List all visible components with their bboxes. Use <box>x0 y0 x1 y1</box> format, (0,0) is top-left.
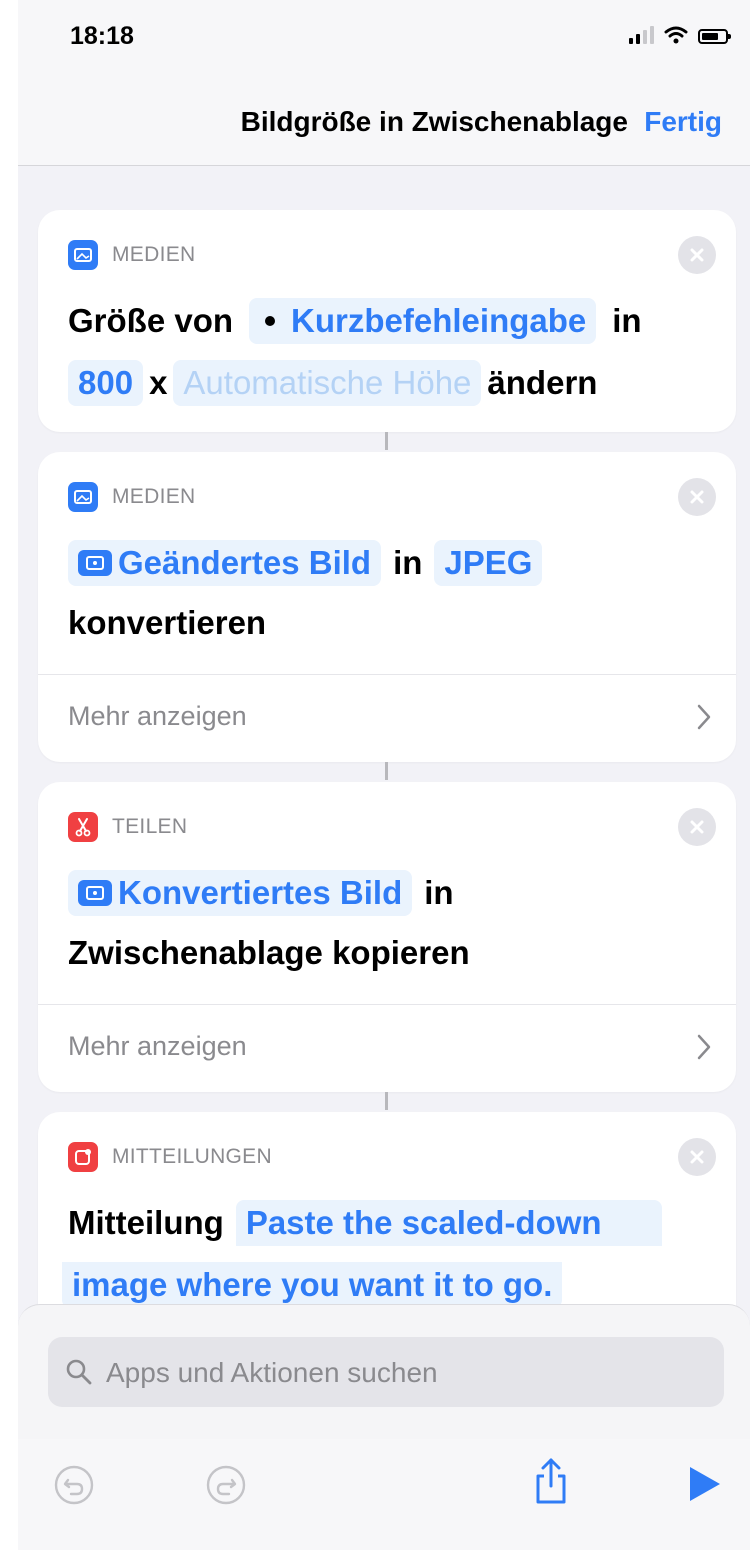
status-icons <box>629 26 731 44</box>
action-text: konvertieren <box>68 604 267 641</box>
shortcut-title[interactable]: Bildgröße in Zwischenablage <box>241 106 628 138</box>
action-category: TEILEN <box>68 812 187 842</box>
action-parameters-line: konvertieren <box>68 604 266 642</box>
search-placeholder: Apps und Aktionen suchen <box>106 1357 438 1388</box>
navigation-bar: Bildgröße in Zwischenablage Fertig <box>18 80 750 166</box>
action-category-label: MITTEILUNGEN <box>112 1145 272 1168</box>
resized-image-variable[interactable]: Geändertes Bild <box>68 540 382 586</box>
notification-icon <box>68 1142 98 1172</box>
wifi-icon <box>664 26 688 44</box>
redo-icon <box>206 1465 246 1505</box>
action-text: in <box>393 544 423 581</box>
notification-body-parameter-continued[interactable]: image where you want it to go. <box>62 1262 563 1308</box>
scissors-icon <box>68 812 98 842</box>
undo-button[interactable] <box>52 1463 96 1507</box>
action-category: MEDIEN <box>68 240 195 270</box>
notification-body-parameter[interactable]: Paste the scaled-down <box>235 1200 662 1246</box>
search-icon <box>66 1359 92 1385</box>
status-bar: 18:18 <box>18 0 750 80</box>
width-parameter[interactable]: 800 <box>68 360 144 406</box>
show-more-row[interactable]: Mehr anzeigen <box>38 1004 736 1091</box>
format-parameter[interactable]: JPEG <box>434 540 543 586</box>
action-text: in <box>424 874 454 911</box>
action-connector <box>385 1092 388 1110</box>
remove-action-button[interactable] <box>678 236 716 274</box>
action-text: x <box>149 364 168 401</box>
action-category: MITTEILUNGEN <box>68 1142 272 1172</box>
action-category: MEDIEN <box>68 482 195 512</box>
action-parameters-line: 800 x Automatische Höhe ändern <box>68 360 597 406</box>
remove-action-button[interactable] <box>678 808 716 846</box>
action-parameters-line: Konvertiertes Bild in <box>68 870 460 916</box>
cellular-signal-icon <box>629 26 654 44</box>
done-button[interactable]: Fertig <box>644 106 722 138</box>
action-parameters-line: Größe von Kurzbefehleingabe in <box>68 298 642 344</box>
remove-action-button[interactable] <box>678 478 716 516</box>
redo-button[interactable] <box>204 1463 248 1507</box>
variable-label: Geändertes Bild <box>118 544 372 581</box>
close-icon <box>690 490 704 504</box>
remove-action-button[interactable] <box>678 1138 716 1176</box>
photo-icon <box>68 240 98 270</box>
action-category-label: TEILEN <box>112 815 188 838</box>
variable-label: Konvertiertes Bild <box>118 874 403 911</box>
run-shortcut-button[interactable] <box>682 1459 726 1509</box>
show-more-label: Mehr anzeigen <box>68 701 247 731</box>
undo-icon <box>54 1465 94 1505</box>
search-input[interactable]: Apps und Aktionen suchen <box>48 1337 724 1407</box>
variable-label: Kurzbefehleingabe <box>291 302 587 339</box>
actions-search-panel: Apps und Aktionen suchen <box>18 1304 750 1550</box>
action-text: Zwischenablage kopieren <box>68 934 470 971</box>
shortcut-input-icon <box>265 316 276 326</box>
close-icon <box>690 1150 704 1164</box>
chevron-right-icon <box>697 704 711 730</box>
play-icon <box>690 1467 720 1501</box>
action-connector <box>385 762 388 780</box>
image-icon <box>78 880 112 906</box>
action-text: in <box>612 302 642 339</box>
action-text: Mitteilung <box>68 1204 224 1241</box>
battery-icon <box>698 29 731 44</box>
image-icon <box>78 550 112 576</box>
screen: 18:18 Bildgröße in Zwischenablage Fertig… <box>18 0 750 1550</box>
show-more-label: Mehr anzeigen <box>68 1031 247 1061</box>
action-parameters-line: image where you want it to go. <box>62 1262 568 1308</box>
shortcut-input-variable[interactable]: Kurzbefehleingabe <box>249 298 597 344</box>
action-category-label: MEDIEN <box>112 485 196 508</box>
show-more-row[interactable]: Mehr anzeigen <box>38 674 736 761</box>
editor-toolbar <box>18 1439 750 1550</box>
status-time: 18:18 <box>70 22 134 50</box>
action-category-label: MEDIEN <box>112 243 196 266</box>
close-icon <box>690 248 704 262</box>
share-icon <box>536 1458 566 1504</box>
share-button[interactable] <box>526 1453 576 1509</box>
action-card-resize-image[interactable]: MEDIEN Größe von Kurzbefehleingabe in 80… <box>38 210 736 432</box>
close-icon <box>690 820 704 834</box>
action-parameters-line: Mitteilung Paste the scaled-down <box>68 1200 668 1246</box>
action-parameters-line: Geändertes Bild in JPEG <box>68 540 548 586</box>
photo-icon <box>68 482 98 512</box>
action-card-convert-image[interactable]: MEDIEN Geändertes Bild in JPEG konvertie… <box>38 452 736 762</box>
action-text: Größe von <box>68 302 234 339</box>
chevron-right-icon <box>697 1034 711 1060</box>
converted-image-variable[interactable]: Konvertiertes Bild <box>68 870 413 916</box>
action-card-copy-to-clipboard[interactable]: TEILEN Konvertiertes Bild in Zwischenabl… <box>38 782 736 1092</box>
action-connector <box>385 432 388 450</box>
action-text: ändern <box>487 364 598 401</box>
height-parameter[interactable]: Automatische Höhe <box>173 360 482 406</box>
action-parameters-line: Zwischenablage kopieren <box>68 934 470 972</box>
